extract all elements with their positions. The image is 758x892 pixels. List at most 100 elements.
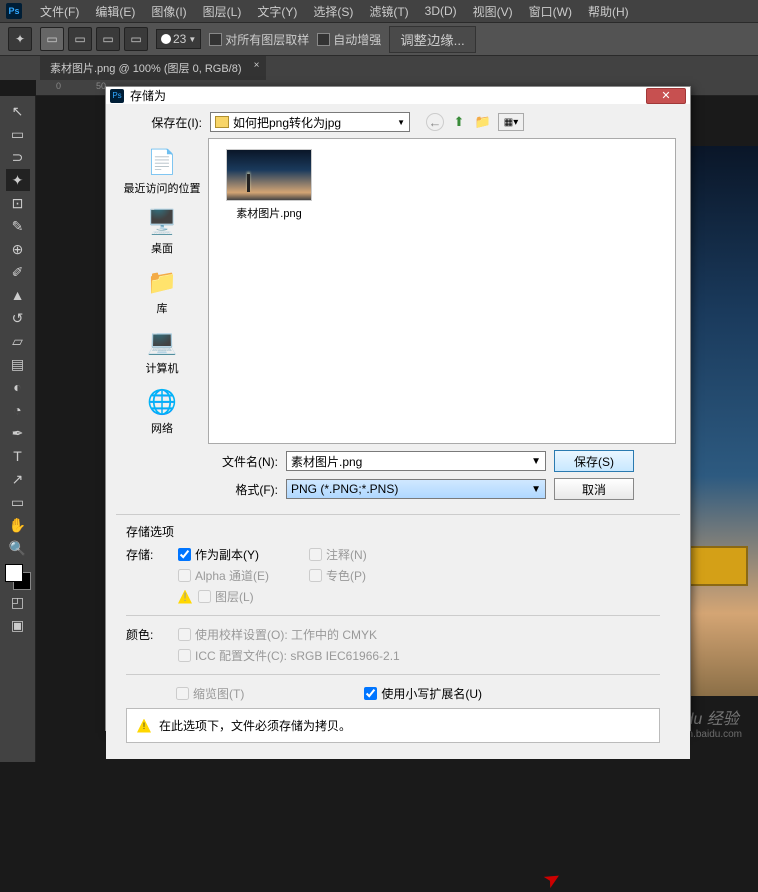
save-button[interactable]: 保存(S) — [554, 450, 634, 472]
dialog-title: 存储为 — [130, 87, 166, 104]
menu-view[interactable]: 视图(V) — [467, 1, 519, 22]
quick-mask-tool[interactable]: ◰ — [6, 591, 30, 613]
lowercase-ext-checkbox[interactable]: 使用小写扩展名(U) — [364, 685, 482, 702]
pen-tool[interactable]: ✒ — [6, 422, 30, 444]
save-options-label: 存储: — [126, 546, 166, 563]
desktop-icon: 🖥️ — [146, 206, 178, 238]
crop-tool[interactable]: ⊡ — [6, 192, 30, 214]
refine-edge-button[interactable]: 调整边缘... — [389, 26, 475, 53]
as-copy-checkbox[interactable]: 作为副本(Y) — [178, 546, 269, 563]
info-message: ! 在此选项下，文件必须存储为拷贝。 — [126, 708, 660, 743]
checkbox-icon — [209, 33, 222, 46]
nav-up-button[interactable]: ⬆ — [450, 113, 468, 131]
eyedropper-tool[interactable]: ✎ — [6, 215, 30, 237]
thumbnail-checkbox: 缩览图(T) — [176, 685, 244, 702]
tab-title: 素材图片.png @ 100% (图层 0, RGB/8) — [50, 63, 242, 75]
layers-checkbox: !图层(L) — [178, 588, 269, 605]
lasso-tool[interactable]: ⊃ — [6, 146, 30, 168]
cursor-annotation-icon: ➤ — [541, 867, 565, 892]
place-recent[interactable]: 📄 最近访问的位置 — [120, 142, 205, 200]
auto-enhance-label: 自动增强 — [333, 31, 381, 48]
marquee-tool[interactable]: ▭ — [6, 123, 30, 145]
tab-close-icon[interactable]: × — [254, 60, 260, 71]
place-network[interactable]: 🌐 网络 — [142, 382, 182, 440]
menu-help[interactable]: 帮助(H) — [582, 1, 635, 22]
checkbox-icon — [317, 33, 330, 46]
save-in-label: 保存在(I): — [132, 114, 202, 131]
chevron-down-icon: ▼ — [397, 118, 405, 127]
menu-file[interactable]: 文件(F) — [34, 1, 85, 22]
format-combobox[interactable]: PNG (*.PNG;*.PNS) ▼ — [286, 479, 546, 499]
computer-icon: 💻 — [146, 326, 178, 358]
menu-edit[interactable]: 编辑(E) — [89, 1, 141, 22]
sample-all-layers-checkbox[interactable]: 对所有图层取样 — [209, 31, 309, 48]
screen-mode-tool[interactable]: ▣ — [6, 614, 30, 636]
opt-mode-4[interactable]: ▭ — [124, 27, 148, 51]
nav-back-button[interactable]: ← — [426, 113, 444, 131]
cancel-button[interactable]: 取消 — [554, 478, 634, 500]
tool-preset-icon[interactable]: ✦ — [8, 27, 32, 51]
dodge-tool[interactable]: ◔ — [6, 399, 30, 421]
opt-mode-1[interactable]: ▭ — [40, 27, 64, 51]
nav-buttons: ← ⬆ 📁 ▦▾ — [426, 113, 524, 131]
menu-image[interactable]: 图像(I) — [145, 1, 192, 22]
quick-select-tool[interactable]: ✦ — [6, 169, 30, 191]
chevron-down-icon: ▼ — [531, 484, 541, 495]
app-logo: Ps — [6, 3, 22, 19]
dialog-close-button[interactable]: ✕ — [646, 88, 686, 104]
menu-type[interactable]: 文字(Y) — [251, 1, 303, 22]
eraser-tool[interactable]: ▱ — [6, 330, 30, 352]
color-options-label: 颜色: — [126, 626, 166, 643]
filename-combobox[interactable]: 素材图片.png ▼ — [286, 451, 546, 471]
document-tab[interactable]: 素材图片.png @ 100% (图层 0, RGB/8) × — [40, 56, 266, 80]
places-bar: 📄 最近访问的位置 🖥️ 桌面 📁 库 💻 计算机 🌐 网络 — [116, 138, 208, 444]
blur-tool[interactable]: ◐ — [6, 376, 30, 398]
file-item[interactable]: 素材图片.png — [219, 149, 319, 221]
healing-tool[interactable]: ⊕ — [6, 238, 30, 260]
menu-3d[interactable]: 3D(D) — [419, 2, 463, 20]
brush-tool[interactable]: ✐ — [6, 261, 30, 283]
chevron-down-icon: ▼ — [188, 35, 196, 44]
filename-value: 素材图片.png — [291, 453, 362, 470]
foreground-color-swatch[interactable] — [5, 564, 23, 582]
nav-newfolder-button[interactable]: 📁 — [474, 113, 492, 131]
place-libraries[interactable]: 📁 库 — [142, 262, 182, 320]
app-menubar: Ps 文件(F) 编辑(E) 图像(I) 图层(L) 文字(Y) 选择(S) 滤… — [0, 0, 758, 22]
folder-icon — [215, 116, 229, 128]
network-icon: 🌐 — [146, 386, 178, 418]
save-in-combobox[interactable]: 如何把png转化为jpg ▼ — [210, 112, 410, 132]
opt-mode-3[interactable]: ▭ — [96, 27, 120, 51]
menu-window[interactable]: 窗口(W) — [523, 1, 578, 22]
format-label: 格式(F): — [206, 481, 278, 498]
zoom-tool[interactable]: 🔍 — [6, 537, 30, 559]
history-brush-tool[interactable]: ↺ — [6, 307, 30, 329]
menu-layer[interactable]: 图层(L) — [197, 1, 248, 22]
brush-size-dropdown[interactable]: 23 ▼ — [156, 29, 201, 49]
hand-tool[interactable]: ✋ — [6, 514, 30, 536]
gradient-tool[interactable]: ▤ — [6, 353, 30, 375]
shape-tool[interactable]: ▭ — [6, 491, 30, 513]
filename-row: 文件名(N): 素材图片.png ▼ 保存(S) — [116, 450, 680, 472]
options-heading: 存储选项 — [126, 523, 660, 540]
stamp-tool[interactable]: ▲ — [6, 284, 30, 306]
place-desktop[interactable]: 🖥️ 桌面 — [142, 202, 182, 260]
move-tool[interactable]: ↖ — [6, 100, 30, 122]
save-as-dialog: Ps 存储为 ✕ 保存在(I): 如何把png转化为jpg ▼ ← ⬆ 📁 ▦▾ — [105, 86, 691, 731]
nav-view-button[interactable]: ▦▾ — [498, 113, 524, 131]
dialog-icon: Ps — [110, 89, 124, 103]
warning-icon: ! — [178, 590, 192, 604]
place-label: 网络 — [151, 420, 173, 436]
dialog-body: 保存在(I): 如何把png转化为jpg ▼ ← ⬆ 📁 ▦▾ 📄 最近访问的位… — [106, 104, 690, 759]
dialog-titlebar[interactable]: Ps 存储为 ✕ — [106, 87, 690, 104]
document-tabbar: 素材图片.png @ 100% (图层 0, RGB/8) × — [0, 56, 758, 80]
auto-enhance-checkbox[interactable]: 自动增强 — [317, 31, 381, 48]
place-label: 计算机 — [146, 360, 179, 376]
place-computer[interactable]: 💻 计算机 — [142, 322, 183, 380]
path-select-tool[interactable]: ↗ — [6, 468, 30, 490]
color-swatches[interactable] — [5, 564, 31, 590]
type-tool[interactable]: T — [6, 445, 30, 467]
menu-filter[interactable]: 滤镜(T) — [363, 1, 414, 22]
file-list[interactable]: 素材图片.png — [208, 138, 676, 444]
opt-mode-2[interactable]: ▭ — [68, 27, 92, 51]
menu-select[interactable]: 选择(S) — [307, 1, 359, 22]
